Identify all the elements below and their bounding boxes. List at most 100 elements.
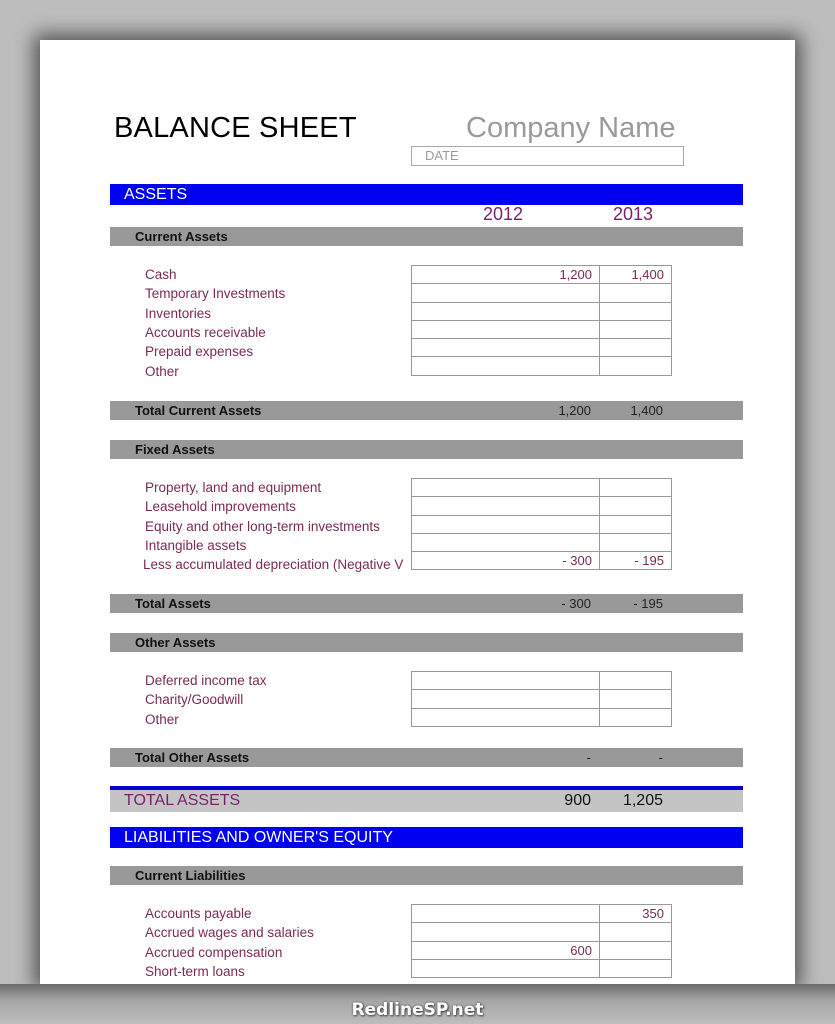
- current-assets-label: Current Assets: [135, 229, 228, 244]
- input-cell[interactable]: [599, 707, 672, 727]
- input-cell[interactable]: [599, 356, 672, 376]
- input-cell[interactable]: [599, 922, 672, 942]
- line-item-label: Accrued wages and salaries: [145, 925, 314, 941]
- total-other-assets-row: Total Other Assets - -: [110, 748, 743, 767]
- input-cell[interactable]: [411, 903, 600, 924]
- balance-sheet-page: BALANCE SHEET Company Name DATE ASSETS 2…: [40, 40, 795, 984]
- total-2013-value: 1,400: [630, 403, 663, 418]
- input-cell[interactable]: [411, 338, 600, 358]
- line-item-label: Leasehold improvements: [145, 499, 296, 515]
- current-assets-header: Current Assets: [110, 227, 743, 246]
- table-row: [411, 283, 672, 303]
- line-item-label: Less accumulated depreciation (Negative …: [143, 557, 404, 573]
- liabilities-section-header: LIABILITIES AND OWNER'S EQUITY: [110, 827, 743, 848]
- current-liabilities-header: Current Liabilities: [110, 866, 743, 885]
- table-row: 1,200 1,400: [411, 264, 672, 285]
- input-cell[interactable]: [411, 477, 600, 498]
- input-cell[interactable]: [411, 496, 600, 516]
- input-cell[interactable]: [599, 283, 672, 303]
- line-item-label: Accounts payable: [145, 906, 252, 921]
- cash-2013-cell[interactable]: 1,400: [599, 264, 672, 285]
- line-item-label: Other: [145, 363, 179, 379]
- watermark: RedlineSP.net: [351, 1000, 484, 1020]
- input-cell[interactable]: [599, 301, 672, 321]
- input-cell[interactable]: [411, 532, 600, 553]
- total-2012-value: 1,200: [558, 403, 591, 418]
- cash-2012-cell[interactable]: 1,200: [411, 264, 600, 285]
- total-assets-row: TOTAL ASSETS 900 1,205: [110, 786, 743, 812]
- total-2013-value: - 195: [633, 596, 663, 611]
- fixed-assets-header: Fixed Assets: [110, 440, 743, 459]
- input-cell[interactable]: [599, 338, 672, 358]
- company-name-field[interactable]: Company Name: [466, 112, 676, 145]
- line-item-label: Intangible assets: [145, 537, 247, 553]
- table-row: [411, 338, 672, 358]
- year-2013-header: 2013: [613, 204, 654, 224]
- input-cell[interactable]: [411, 958, 600, 979]
- table-row: [411, 689, 672, 709]
- depreciation-2012-cell[interactable]: - 300: [411, 551, 600, 571]
- fixed-assets-input-grid: - 300- 195: [411, 477, 672, 571]
- table-row: 350: [411, 903, 672, 924]
- total-current-assets-row: Total Current Assets 1,200 1,400: [110, 401, 743, 420]
- input-cell[interactable]: [411, 301, 600, 321]
- year-2012-header: 2012: [483, 204, 524, 224]
- total-2012-value: -: [586, 750, 591, 765]
- input-cell[interactable]: [411, 356, 600, 376]
- input-cell[interactable]: [599, 496, 672, 516]
- input-cell[interactable]: [411, 689, 600, 709]
- table-row: [411, 670, 672, 691]
- total-label: Total Current Assets: [135, 403, 262, 418]
- line-item-label: Accrued compensation: [145, 944, 283, 960]
- table-row: [411, 496, 672, 516]
- line-item-label: Short-term loans: [145, 963, 245, 979]
- line-item-label: Deferred income tax: [145, 673, 267, 688]
- document-title: BALANCE SHEET: [114, 112, 357, 144]
- input-cell[interactable]: [599, 689, 672, 709]
- input-cell[interactable]: [599, 319, 672, 340]
- table-row: - 300- 195: [411, 551, 672, 571]
- table-row: [411, 922, 672, 942]
- table-row: [411, 707, 672, 727]
- input-cell[interactable]: [411, 283, 600, 303]
- table-row: [411, 356, 672, 376]
- input-cell[interactable]: [411, 670, 600, 691]
- table-row: [411, 319, 672, 340]
- total-label: Total Other Assets: [135, 750, 250, 765]
- accrued-compensation-2012-cell[interactable]: 600: [411, 940, 600, 960]
- input-cell[interactable]: [599, 477, 672, 498]
- input-cell[interactable]: [599, 670, 672, 691]
- table-row: 600: [411, 940, 672, 960]
- line-item-label: Temporary Investments: [145, 286, 286, 302]
- accounts-payable-2013-cell[interactable]: 350: [599, 903, 672, 924]
- line-item-label: Property, land and equipment: [145, 480, 322, 495]
- other-assets-header: Other Assets: [110, 633, 743, 652]
- total-2013-value: -: [658, 750, 663, 765]
- input-cell[interactable]: [411, 514, 600, 534]
- input-cell[interactable]: [411, 707, 600, 727]
- input-cell[interactable]: [411, 319, 600, 340]
- assets-section-header: ASSETS: [110, 184, 743, 205]
- fixed-assets-label: Fixed Assets: [135, 442, 215, 457]
- total-fixed-assets-row: Total Assets - 300 - 195: [110, 594, 743, 613]
- input-cell[interactable]: [599, 940, 672, 960]
- depreciation-2013-cell[interactable]: - 195: [599, 551, 672, 571]
- line-item-label: Charity/Goodwill: [145, 692, 244, 708]
- input-cell[interactable]: [599, 958, 672, 979]
- input-cell[interactable]: [411, 922, 600, 942]
- line-item-label: Inventories: [145, 305, 212, 321]
- input-cell[interactable]: [599, 514, 672, 534]
- current-liabilities-label: Current Liabilities: [135, 868, 246, 883]
- line-item-label: Cash: [145, 267, 177, 282]
- line-item-label: Accounts receivable: [145, 324, 266, 340]
- current-assets-input-grid: 1,200 1,400: [411, 264, 672, 376]
- input-cell[interactable]: [599, 532, 672, 553]
- other-assets-input-grid: [411, 670, 672, 727]
- table-row: [411, 532, 672, 553]
- table-row: [411, 301, 672, 321]
- total-label: Total Assets: [135, 596, 211, 611]
- date-field[interactable]: DATE: [411, 146, 684, 166]
- line-item-label: Equity and other long-term investments: [145, 518, 380, 534]
- line-item-label: Other: [145, 711, 179, 727]
- other-assets-label: Other Assets: [135, 635, 216, 650]
